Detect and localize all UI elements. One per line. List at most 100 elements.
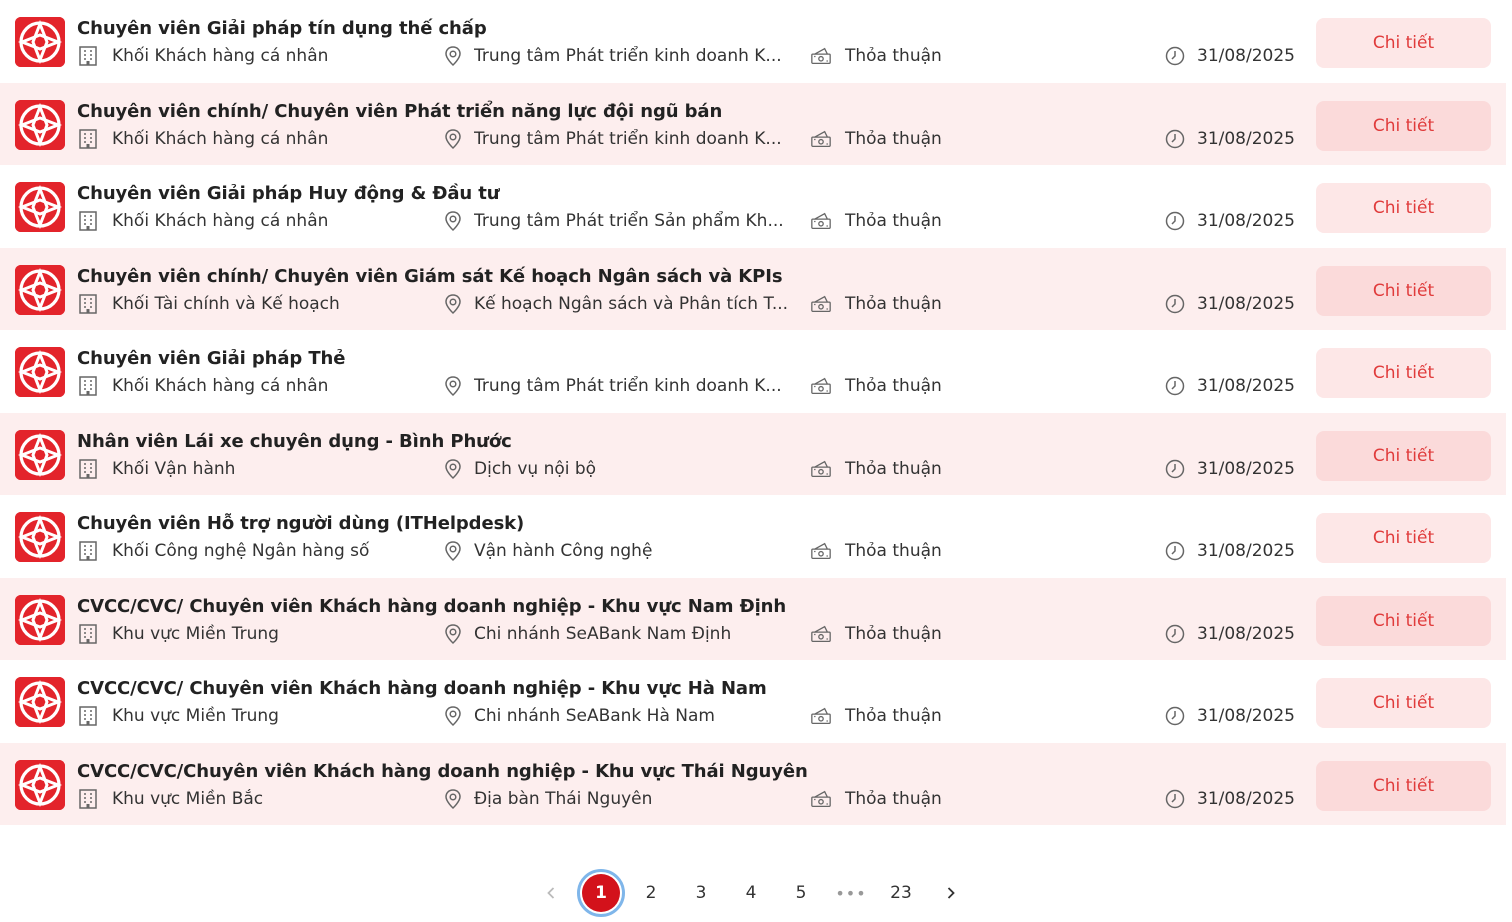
job-department: Khối Khách hàng cá nhân	[77, 209, 328, 233]
job-department: Khối Khách hàng cá nhân	[77, 127, 328, 151]
job-location: Địa bàn Thái Nguyên	[442, 787, 798, 811]
building-icon	[77, 45, 99, 67]
job-row: CVCC/CVC/Chuyên viên Khách hàng doanh ng…	[0, 742, 1506, 825]
job-row: Chuyên viên Giải pháp Thẻ Khối Khách hàn…	[0, 330, 1506, 413]
location-pin-icon	[442, 375, 464, 397]
job-title[interactable]: Chuyên viên Giải pháp tín dụng thế chấp	[77, 18, 487, 39]
detail-button[interactable]: Chi tiết	[1316, 760, 1491, 811]
job-department: Khu vực Miền Bắc	[77, 787, 263, 811]
job-deadline: 31/08/2025	[1164, 622, 1295, 646]
job-deadline: 31/08/2025	[1164, 374, 1295, 398]
money-icon	[810, 45, 832, 67]
job-location: Dịch vụ nội bộ	[442, 457, 798, 481]
money-icon	[810, 293, 832, 315]
job-title[interactable]: Chuyên viên Giải pháp Huy động & Đầu tư	[77, 183, 500, 204]
job-salary: Thỏa thuận	[810, 44, 942, 68]
job-salary: Thỏa thuận	[810, 704, 942, 728]
location-pin-icon	[442, 293, 464, 315]
job-row: Chuyên viên chính/ Chuyên viên Phát triể…	[0, 82, 1506, 165]
seabank-logo-icon	[15, 99, 65, 150]
seabank-logo-icon	[15, 512, 65, 562]
detail-button[interactable]: Chi tiết	[1316, 183, 1491, 233]
job-title[interactable]: Chuyên viên Giải pháp Thẻ	[77, 348, 345, 369]
seabank-logo-icon	[15, 759, 65, 810]
location-pin-icon	[442, 705, 464, 727]
money-icon	[810, 128, 832, 150]
detail-button[interactable]: Chi tiết	[1316, 678, 1491, 728]
job-title[interactable]: Chuyên viên Hỗ trợ người dùng (ITHelpdes…	[77, 513, 524, 534]
pagination: 1 2 3 4 5 ••• 23	[0, 868, 1512, 918]
job-title[interactable]: Nhân viên Lái xe chuyên dụng - Bình Phướ…	[77, 431, 512, 452]
detail-button[interactable]: Chi tiết	[1316, 18, 1491, 68]
seabank-logo-icon	[15, 677, 65, 727]
job-deadline: 31/08/2025	[1164, 127, 1295, 151]
building-icon	[77, 458, 99, 480]
page-button-4[interactable]: 4	[726, 868, 776, 918]
seabank-logo-icon	[15, 347, 65, 397]
building-icon	[77, 128, 99, 150]
job-deadline: 31/08/2025	[1164, 209, 1295, 233]
job-deadline: 31/08/2025	[1164, 787, 1295, 811]
clock-icon	[1164, 45, 1186, 67]
job-location: Chi nhánh SeABank Hà Nam	[442, 704, 798, 728]
clock-icon	[1164, 540, 1186, 562]
building-icon	[77, 788, 99, 810]
job-title[interactable]: CVCC/CVC/ Chuyên viên Khách hàng doanh n…	[77, 678, 767, 699]
job-department: Khối Vận hành	[77, 457, 235, 481]
building-icon	[77, 623, 99, 645]
job-location: Trung tâm Phát triển kinh doanh K...	[442, 127, 798, 151]
clock-icon	[1164, 375, 1186, 397]
job-salary: Thỏa thuận	[810, 539, 942, 563]
money-icon	[810, 375, 832, 397]
clock-icon	[1164, 705, 1186, 727]
detail-button[interactable]: Chi tiết	[1316, 595, 1491, 646]
location-pin-icon	[442, 458, 464, 480]
job-deadline: 31/08/2025	[1164, 457, 1295, 481]
job-department: Khối Khách hàng cá nhân	[77, 44, 328, 68]
clock-icon	[1164, 210, 1186, 232]
money-icon	[810, 705, 832, 727]
page-button-1[interactable]: 1	[576, 868, 626, 918]
prev-page-button[interactable]	[526, 868, 576, 918]
detail-button[interactable]: Chi tiết	[1316, 430, 1491, 481]
location-pin-icon	[442, 210, 464, 232]
job-department: Khối Công nghệ Ngân hàng số	[77, 539, 369, 563]
money-icon	[810, 210, 832, 232]
building-icon	[77, 375, 99, 397]
job-row: CVCC/CVC/ Chuyên viên Khách hàng doanh n…	[0, 577, 1506, 660]
job-title[interactable]: CVCC/CVC/Chuyên viên Khách hàng doanh ng…	[77, 761, 808, 782]
detail-button[interactable]: Chi tiết	[1316, 513, 1491, 563]
job-row: Chuyên viên Hỗ trợ người dùng (ITHelpdes…	[0, 495, 1506, 578]
clock-icon	[1164, 458, 1186, 480]
job-row: Chuyên viên Giải pháp tín dụng thế chấp …	[0, 0, 1506, 83]
job-row: Chuyên viên Giải pháp Huy động & Đầu tư …	[0, 165, 1506, 248]
job-salary: Thỏa thuận	[810, 292, 942, 316]
detail-button[interactable]: Chi tiết	[1316, 348, 1491, 398]
page-button-last[interactable]: 23	[876, 868, 926, 918]
next-page-button[interactable]	[926, 868, 976, 918]
detail-button[interactable]: Chi tiết	[1316, 265, 1491, 316]
location-pin-icon	[442, 788, 464, 810]
job-title[interactable]: Chuyên viên chính/ Chuyên viên Phát triể…	[77, 101, 722, 122]
seabank-logo-icon	[15, 264, 65, 315]
seabank-logo-icon	[15, 17, 65, 67]
clock-icon	[1164, 293, 1186, 315]
job-title[interactable]: CVCC/CVC/ Chuyên viên Khách hàng doanh n…	[77, 596, 786, 617]
building-icon	[77, 540, 99, 562]
page-button-5[interactable]: 5	[776, 868, 826, 918]
location-pin-icon	[442, 45, 464, 67]
page-ellipsis[interactable]: •••	[826, 868, 876, 918]
building-icon	[77, 293, 99, 315]
job-location: Trung tâm Phát triển kinh doanh K...	[442, 374, 798, 398]
page-button-3[interactable]: 3	[676, 868, 726, 918]
location-pin-icon	[442, 128, 464, 150]
money-icon	[810, 458, 832, 480]
detail-button[interactable]: Chi tiết	[1316, 100, 1491, 151]
money-icon	[810, 788, 832, 810]
chevron-right-icon	[947, 887, 955, 899]
job-title[interactable]: Chuyên viên chính/ Chuyên viên Giám sát …	[77, 266, 783, 287]
page-button-2[interactable]: 2	[626, 868, 676, 918]
seabank-logo-icon	[15, 429, 65, 480]
job-salary: Thỏa thuận	[810, 127, 942, 151]
job-deadline: 31/08/2025	[1164, 292, 1295, 316]
